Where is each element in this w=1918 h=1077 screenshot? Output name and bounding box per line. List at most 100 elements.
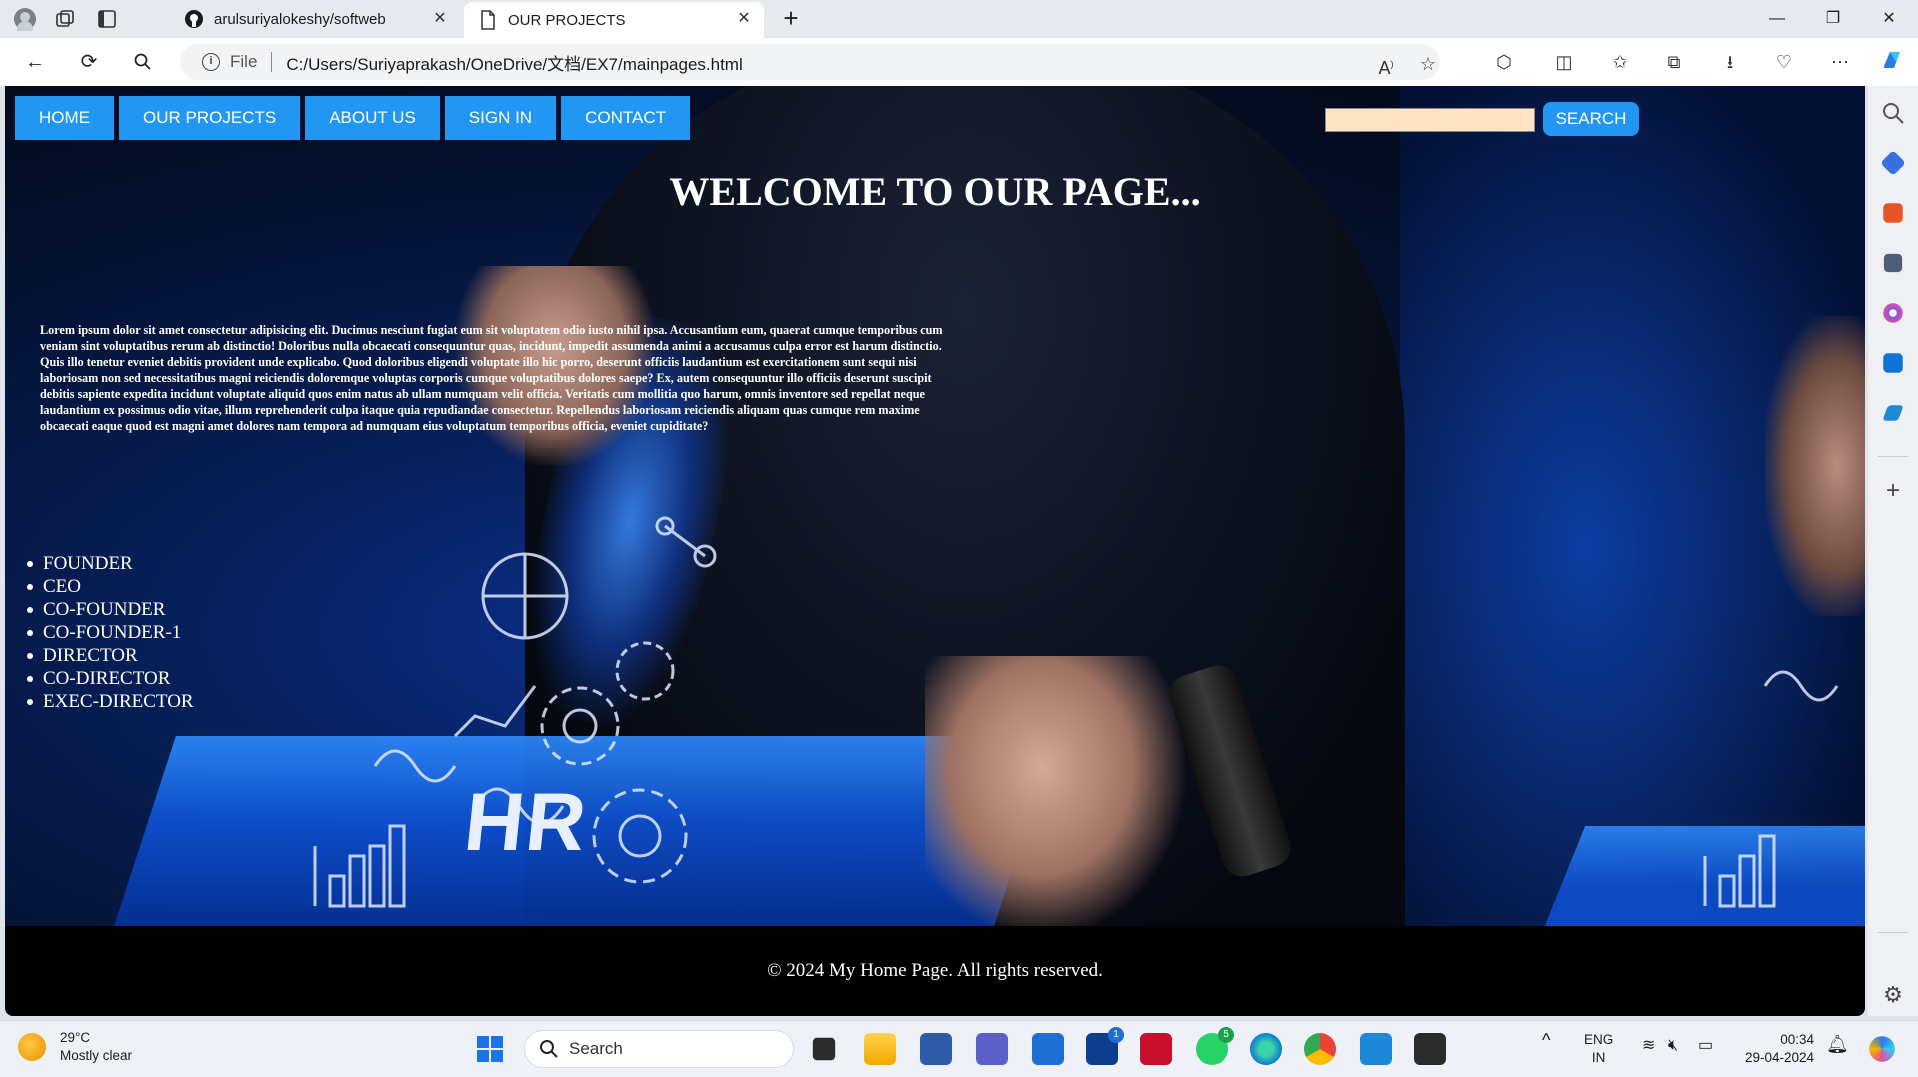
info-icon[interactable]: i — [202, 53, 220, 71]
photos-app-icon[interactable] — [920, 1033, 952, 1065]
close-window-button[interactable]: ✕ — [1864, 4, 1914, 34]
browser-tab-bar: arulsuriyalokeshy/softweb ✕ OUR PROJECTS… — [0, 0, 1918, 38]
wifi-icon[interactable]: ≋ — [1642, 1037, 1655, 1055]
github-icon — [184, 9, 204, 29]
tab-close-icon[interactable]: ✕ — [430, 9, 450, 29]
vscode-icon[interactable] — [1360, 1033, 1392, 1065]
taskbar-search-box[interactable]: Search — [524, 1030, 794, 1068]
whatsapp-icon[interactable]: 5 — [1196, 1027, 1234, 1065]
outlook-icon[interactable] — [1883, 353, 1903, 373]
copyright-text: © 2024 My Home Page. All rights reserved… — [767, 960, 1103, 981]
tab-close-icon[interactable]: ✕ — [734, 9, 754, 29]
file-icon — [478, 10, 498, 30]
tab-title: arulsuriyalokeshy/softweb — [214, 10, 386, 28]
more-menu-icon[interactable]: ⋯ — [1826, 48, 1854, 76]
m365-icon[interactable] — [1883, 303, 1903, 323]
tab-github[interactable]: arulsuriyalokeshy/softweb ✕ — [170, 2, 460, 36]
list-item: CEO — [27, 575, 194, 598]
show-hidden-icons-chevron-icon[interactable]: ^ — [1542, 1031, 1550, 1049]
downloads-icon[interactable]: ⭳ — [1716, 48, 1744, 76]
extensions-icon[interactable]: ⬡ — [1490, 48, 1518, 76]
list-item: CO-FOUNDER — [27, 598, 194, 621]
language-line2: IN — [1591, 1050, 1606, 1065]
nav-about-us[interactable]: ABOUT US — [305, 96, 440, 140]
chrome-icon[interactable] — [1304, 1033, 1336, 1065]
file-explorer-icon[interactable] — [864, 1033, 896, 1065]
send-icon[interactable] — [1882, 405, 1904, 421]
search-input[interactable] — [1325, 108, 1535, 132]
volume-muted-icon[interactable]: 🔇︎ — [1668, 1037, 1678, 1055]
back-arrow-icon[interactable]: ← — [20, 48, 50, 76]
minimize-button[interactable]: — — [1752, 4, 1802, 34]
browser-essentials-icon[interactable]: ♡ — [1770, 48, 1798, 76]
list-item: CO-FOUNDER-1 — [27, 621, 194, 644]
sidebar-search-icon[interactable] — [1880, 100, 1906, 126]
list-item: FOUNDER — [27, 552, 194, 575]
split-screen-icon[interactable]: ◫ — [1550, 48, 1578, 76]
address-bar[interactable]: i File C:/Users/Suriyaprakash/OneDrive/文… — [180, 44, 1440, 80]
collections-icon[interactable]: ⧉ — [1660, 48, 1688, 76]
main-nav: HOME OUR PROJECTS ABOUT US SIGN IN CONTA… — [15, 96, 690, 140]
page-footer: © 2024 My Home Page. All rights reserved… — [5, 926, 1865, 1016]
shopping-tag-icon[interactable] — [1880, 150, 1906, 176]
task-view-icon[interactable] — [812, 1037, 836, 1061]
battery-icon[interactable]: ▭ — [1698, 1037, 1713, 1055]
language-line1: ENG — [1584, 1032, 1614, 1047]
search-icon — [540, 1040, 558, 1058]
nav-home[interactable]: HOME — [15, 96, 114, 140]
tools-icon[interactable] — [1883, 203, 1903, 223]
tab-our-projects[interactable]: OUR PROJECTS ✕ — [464, 2, 764, 38]
tab-actions-icon[interactable] — [94, 6, 120, 32]
list-item: DIRECTOR — [27, 644, 194, 667]
edge-sidebar: + ⚙ — [1868, 86, 1918, 1016]
intro-paragraph: Lorem ipsum dolor sit amet consectetur a… — [40, 323, 943, 433]
profile-avatar-icon[interactable] — [12, 6, 38, 32]
weather-temp: 29°C — [60, 1030, 91, 1045]
read-aloud-icon[interactable]: A) — [1372, 50, 1400, 78]
microsoft-store-icon[interactable] — [1032, 1033, 1064, 1065]
restore-button[interactable]: ❐ — [1808, 4, 1858, 34]
games-icon[interactable] — [1883, 253, 1903, 273]
web-page: HR HOME OUR PROJECTS ABOUT US SIGN IN CO… — [5, 86, 1865, 1016]
start-windows-icon[interactable] — [474, 1033, 506, 1065]
notification-badge: 5 — [1218, 1027, 1234, 1043]
add-icon[interactable]: + — [1880, 478, 1906, 504]
favorite-star-icon[interactable]: ☆ — [1414, 50, 1442, 78]
hr-background-text: HR — [460, 777, 593, 868]
l-app-icon[interactable]: 1 — [1086, 1027, 1124, 1065]
weather-widget[interactable]: 29°C Mostly clear — [18, 1029, 132, 1065]
list-item: CO-DIRECTOR — [27, 667, 194, 690]
divider — [271, 52, 273, 72]
windows-taskbar: 29°C Mostly clear Search 1 5 ^ ENG IN ≋ … — [0, 1020, 1918, 1077]
clock[interactable]: 00:34 29-04-2024 — [1738, 1031, 1814, 1067]
language-indicator[interactable]: ENG IN — [1584, 1031, 1613, 1067]
workspaces-icon[interactable] — [52, 6, 78, 32]
mcafee-icon[interactable] — [1140, 1033, 1172, 1065]
new-tab-button[interactable]: + — [778, 5, 804, 32]
favorites-icon[interactable]: ✩ — [1606, 48, 1634, 76]
page-heading: WELCOME TO OUR PAGE... — [669, 169, 1201, 214]
nav-our-projects[interactable]: OUR PROJECTS — [119, 96, 301, 140]
terminal-icon[interactable] — [1414, 1033, 1446, 1065]
weather-moon-icon — [18, 1033, 46, 1061]
roles-list: FOUNDER CEO CO-FOUNDER CO-FOUNDER-1 DIRE… — [27, 552, 194, 713]
nav-contact[interactable]: CONTACT — [561, 96, 690, 140]
notification-badge: 1 — [1108, 1027, 1124, 1043]
edge-browser-icon[interactable] — [1250, 1033, 1282, 1065]
settings-gear-icon[interactable]: ⚙ — [1880, 982, 1906, 1008]
copilot-icon[interactable] — [1878, 48, 1906, 76]
url-text[interactable]: C:/Users/Suriyaprakash/OneDrive/文档/EX7/m… — [286, 50, 742, 75]
nav-sign-in[interactable]: SIGN IN — [444, 96, 557, 140]
tab-title: OUR PROJECTS — [508, 11, 626, 29]
teams-icon[interactable] — [976, 1033, 1008, 1065]
copilot-taskbar-icon[interactable] — [1869, 1036, 1895, 1062]
weather-condition: Mostly clear — [60, 1048, 133, 1063]
search-icon[interactable] — [128, 48, 158, 76]
scheme-label: File — [230, 52, 258, 71]
search-button[interactable]: SEARCH — [1543, 102, 1639, 136]
taskbar-search-label: Search — [569, 1039, 623, 1058]
notification-bell-icon[interactable]: 🔔︎ — [1826, 1035, 1849, 1053]
browser-toolbar: ← ⟳ i File C:/Users/Suriyaprakash/OneDri… — [0, 38, 1918, 86]
clock-date: 29-04-2024 — [1744, 1050, 1814, 1065]
refresh-icon[interactable]: ⟳ — [74, 48, 104, 76]
